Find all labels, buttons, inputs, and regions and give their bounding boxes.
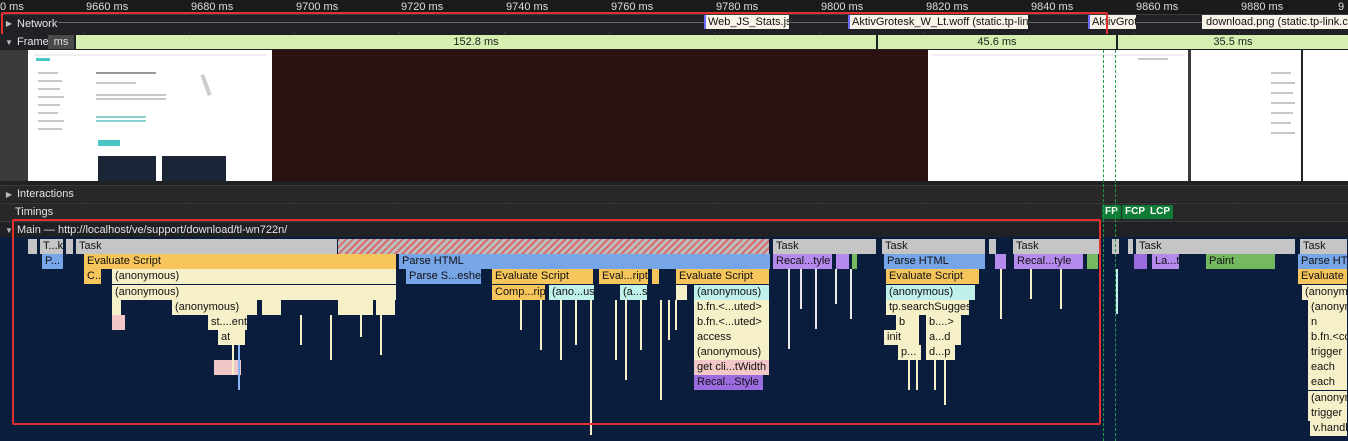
- fp-marker-line: [1103, 50, 1104, 441]
- fcp-marker[interactable]: FCP: [1122, 205, 1148, 219]
- evaluate-script-block[interactable]: Evaluate Script: [1298, 269, 1348, 284]
- page-screenshot-thumbnail[interactable]: [1303, 50, 1348, 181]
- function-block[interactable]: trigger: [1308, 345, 1348, 360]
- lcp-marker[interactable]: LCP: [1147, 205, 1173, 219]
- frame-duration[interactable]: 152.8 ms: [76, 35, 876, 49]
- function-block[interactable]: n: [1308, 315, 1348, 330]
- layout-block[interactable]: [1134, 254, 1148, 269]
- thumb-product-image: [200, 73, 212, 97]
- paint-block[interactable]: Paint: [1206, 254, 1276, 269]
- thumb-text: [1138, 58, 1168, 60]
- ruler-tick: 9860 ms: [1136, 1, 1179, 13]
- highlight-box-network: [1, 12, 1108, 36]
- task-block[interactable]: Task: [1136, 239, 1296, 254]
- thumb-button: [98, 140, 120, 146]
- thumb-nav-line: [38, 128, 62, 130]
- thumb-logo: [36, 58, 50, 61]
- anonymous-function-block[interactable]: (anonym: [1308, 300, 1348, 315]
- interactions-label: Interactions: [17, 188, 74, 200]
- thumb-nav-line: [1271, 92, 1293, 94]
- filmstrip-blank-frame: [272, 50, 928, 181]
- layout-block[interactable]: La...t: [1152, 254, 1180, 269]
- thumb-nav-line: [1271, 122, 1291, 124]
- thumb-nav-line: [1271, 72, 1291, 74]
- expand-triangle-icon[interactable]: ▶: [3, 190, 15, 199]
- ruler-tick: 9: [1338, 1, 1345, 13]
- frame-duration[interactable]: 35.5 ms: [1118, 35, 1348, 49]
- thumb-header-bar: [932, 54, 1184, 56]
- thumb-nav-line: [1271, 82, 1295, 84]
- thumb-link: [96, 116, 146, 118]
- thumb-nav-line: [38, 96, 64, 98]
- thumb-nav-line: [38, 112, 58, 114]
- anonymous-function-block[interactable]: (anonym: [1308, 391, 1348, 406]
- page-screenshot-thumbnail[interactable]: [1191, 50, 1301, 181]
- frame-duration[interactable]: ms: [48, 35, 74, 49]
- thumb-nav-line: [1271, 112, 1293, 114]
- page-screenshot-thumbnail[interactable]: [28, 50, 272, 181]
- thumb-nav-line: [38, 72, 58, 74]
- thumb-title: [96, 72, 156, 74]
- highlight-box-main: [12, 219, 1101, 425]
- function-block[interactable]: b.fn.<co: [1308, 330, 1348, 345]
- thumb-video: [162, 156, 226, 181]
- performance-panel: 0 ms 9660 ms 9680 ms 9700 ms 9720 ms 974…: [0, 0, 1348, 441]
- stack-sliver: [1116, 269, 1118, 314]
- frame-duration[interactable]: 45.6 ms: [878, 35, 1116, 49]
- network-request[interactable]: download.png (static.tp-link.com: [1202, 15, 1348, 29]
- collapse-triangle-icon[interactable]: ▼: [3, 38, 15, 47]
- thumb-nav-line: [38, 120, 64, 122]
- thumb-nav-line: [38, 88, 60, 90]
- task-block[interactable]: [1112, 239, 1120, 254]
- thumb-text: [96, 98, 166, 100]
- thumb-nav-line: [1271, 132, 1295, 134]
- thumb-header-bar: [34, 54, 266, 56]
- parse-html-block[interactable]: Parse HTM: [1298, 254, 1348, 269]
- thumb-text: [96, 82, 136, 84]
- function-block[interactable]: each: [1308, 360, 1348, 375]
- thumb-link: [96, 120, 146, 122]
- anonymous-function-block[interactable]: (anonym: [1302, 285, 1348, 300]
- timings-label: Timings: [15, 206, 54, 218]
- task-block[interactable]: Task: [1300, 239, 1348, 254]
- fp-marker[interactable]: FP: [1102, 205, 1121, 219]
- page-screenshot-thumbnail[interactable]: [928, 50, 1188, 181]
- ruler-tick: 9880 ms: [1241, 1, 1284, 13]
- filmstrip-gap: [0, 50, 28, 181]
- thumb-nav-line: [38, 80, 62, 82]
- interactions-track-header[interactable]: ▶ Interactions: [0, 185, 1348, 202]
- thumb-video: [98, 156, 156, 181]
- thumb-nav-line: [1271, 102, 1295, 104]
- thumb-text: [96, 94, 166, 96]
- lcp-marker-line: [1115, 50, 1116, 441]
- thumb-nav-line: [38, 104, 60, 106]
- function-block[interactable]: trigger: [1308, 406, 1348, 421]
- function-block[interactable]: v.handl: [1310, 421, 1348, 436]
- task-block[interactable]: [1128, 239, 1134, 254]
- function-block[interactable]: each: [1308, 375, 1348, 390]
